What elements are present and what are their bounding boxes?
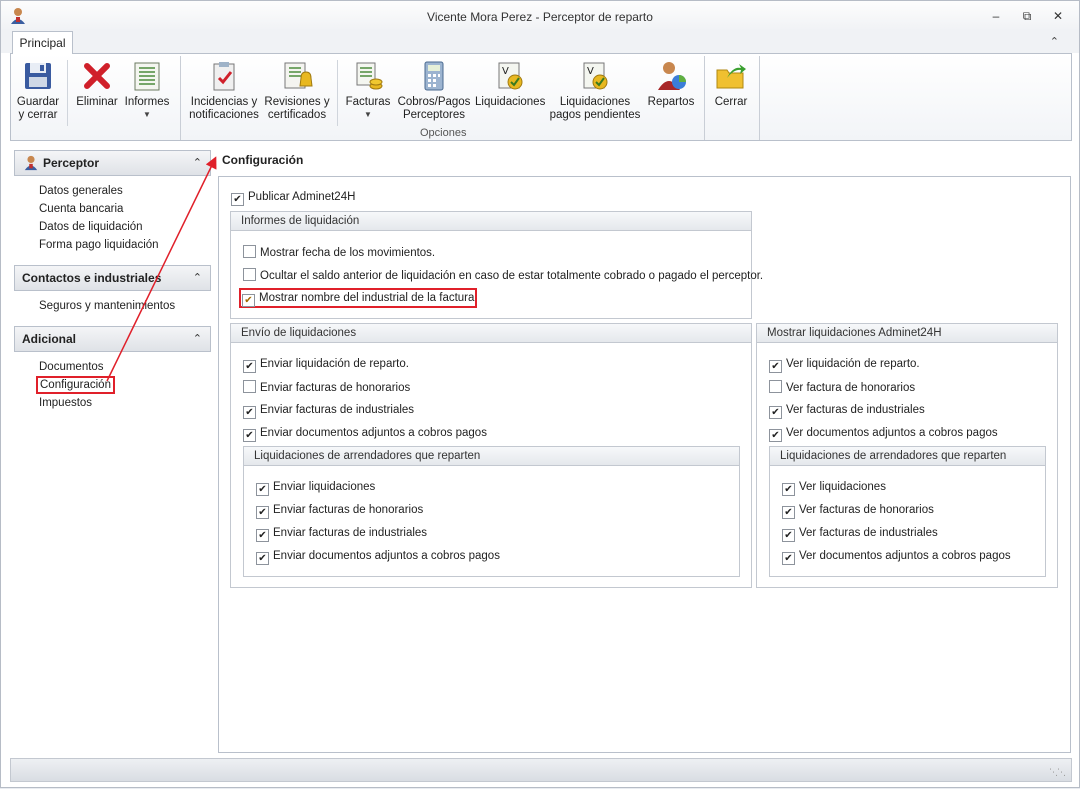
checkbox-checked[interactable] (782, 506, 795, 519)
checkbox-ver-sub-industriales[interactable]: Ver facturas de industriales (782, 526, 938, 542)
checkbox-mostrar-industrial[interactable]: Mostrar nombre del industrial de la fact… (239, 288, 478, 308)
checkbox-enviar-liquidacion[interactable]: Enviar liquidación de reparto. (243, 357, 409, 373)
checkbox-label: Enviar facturas de honorarios (273, 504, 424, 516)
checkbox-checked[interactable] (256, 483, 269, 496)
group-mostrar: Mostrar liquidaciones Adminet24H Ver liq… (756, 323, 1058, 588)
checkbox-ocultar-saldo[interactable]: Ocultar el saldo anterior de liquidación… (243, 268, 763, 284)
checkbox-label: Ocultar el saldo anterior de liquidación… (260, 270, 764, 282)
checkbox-label: Ver documentos adjuntos a cobros pagos (799, 550, 1011, 562)
group-header: Mostrar liquidaciones Adminet24H (757, 324, 1057, 343)
group-header: Liquidaciones de arrendadores que repart… (770, 447, 1045, 466)
group-header: Informes de liquidación (231, 212, 751, 231)
checkbox-checked[interactable] (256, 552, 269, 565)
checkbox-checked[interactable] (769, 429, 782, 442)
checkbox-checked[interactable] (256, 506, 269, 519)
group-informes: Informes de liquidación Mostrar fecha de… (230, 211, 763, 319)
checkbox-checked[interactable] (769, 406, 782, 419)
group-header: Envío de liquidaciones (231, 324, 751, 343)
checkbox-label: Enviar facturas de industriales (273, 527, 428, 539)
checkbox-ver-honorarios[interactable]: Ver factura de honorarios (769, 380, 915, 396)
checkbox-enviar-sub-honorarios[interactable]: Enviar facturas de honorarios (256, 503, 423, 519)
checkbox-checked[interactable] (782, 483, 795, 496)
checkbox-ver-industriales[interactable]: Ver facturas de industriales (769, 403, 925, 419)
checkbox-label: Publicar Adminet24H (248, 191, 356, 203)
checkbox-label: Enviar facturas de honorarios (260, 382, 411, 394)
subgroup-mostrar-arrendadores: Liquidaciones de arrendadores que repart… (769, 446, 1046, 577)
group-envio: Envío de liquidaciones Enviar liquidació… (230, 323, 752, 588)
checkbox-checked[interactable] (782, 552, 795, 565)
checkbox-checked[interactable] (243, 429, 256, 442)
page-title: Configuración (222, 153, 304, 167)
checkbox-label: Ver documentos adjuntos a cobros pagos (786, 427, 998, 439)
checkbox-label: Enviar liquidaciones (273, 481, 376, 493)
checkbox-unchecked[interactable] (769, 380, 782, 393)
checkbox-unchecked[interactable] (243, 245, 256, 258)
checkbox-label: Enviar documentos adjuntos a cobros pago… (260, 427, 487, 439)
checkbox-ver-sub-liquidaciones[interactable]: Ver liquidaciones (782, 480, 886, 496)
checkbox-ver-sub-adjuntos[interactable]: Ver documentos adjuntos a cobros pagos (782, 549, 1011, 565)
app-window: Vicente Mora Perez - Perceptor de repart… (0, 0, 1080, 788)
publish-checkbox[interactable]: Publicar Adminet24H (231, 190, 355, 206)
checkbox-checked[interactable] (256, 529, 269, 542)
checkbox-label: Ver facturas de industriales (786, 404, 925, 416)
checkbox-label: Ver liquidaciones (799, 481, 886, 493)
checkbox-checked[interactable] (242, 294, 255, 307)
checkbox-enviar-sub-adjuntos[interactable]: Enviar documentos adjuntos a cobros pago… (256, 549, 500, 565)
checkbox-enviar-sub-liquidaciones[interactable]: Enviar liquidaciones (256, 480, 375, 496)
checkbox-enviar-adjuntos[interactable]: Enviar documentos adjuntos a cobros pago… (243, 426, 487, 442)
checkbox-checked[interactable] (769, 360, 782, 373)
checkbox-label: Enviar documentos adjuntos a cobros pago… (273, 550, 500, 562)
checkbox-label: Mostrar nombre del industrial de la fact… (259, 292, 475, 304)
checkbox-enviar-honorarios[interactable]: Enviar facturas de honorarios (243, 380, 410, 396)
checkbox-enviar-sub-industriales[interactable]: Enviar facturas de industriales (256, 526, 427, 542)
resize-grip-icon[interactable]: ⋱⋱ (1049, 767, 1066, 778)
tab-principal[interactable]: Principal (12, 31, 73, 54)
checkbox-checked[interactable] (243, 360, 256, 373)
checkbox-mostrar-fecha[interactable]: Mostrar fecha de los movimientos. (243, 245, 435, 261)
subgroup-envio-arrendadores: Liquidaciones de arrendadores que repart… (243, 446, 740, 577)
checkbox-label: Enviar liquidación de reparto. (260, 358, 409, 370)
checkbox-enviar-industriales[interactable]: Enviar facturas de industriales (243, 403, 414, 419)
checkbox-label: Ver facturas de industriales (799, 527, 938, 539)
checkbox-label: Ver facturas de honorarios (799, 504, 934, 516)
checkbox-ver-liquidacion[interactable]: Ver liquidación de reparto. (769, 357, 920, 373)
checkbox-ver-adjuntos[interactable]: Ver documentos adjuntos a cobros pagos (769, 426, 998, 442)
checkbox-unchecked[interactable] (243, 380, 256, 393)
status-bar: ⋱⋱ (10, 758, 1072, 782)
checkbox-label: Ver factura de honorarios (786, 382, 916, 394)
checkbox-label: Ver liquidación de reparto. (786, 358, 920, 370)
checkbox-unchecked[interactable] (243, 268, 256, 281)
checkbox-checked[interactable] (243, 406, 256, 419)
checkbox-ver-sub-honorarios[interactable]: Ver facturas de honorarios (782, 503, 934, 519)
group-header: Liquidaciones de arrendadores que repart… (244, 447, 739, 466)
checkbox-checked[interactable] (782, 529, 795, 542)
checkbox-label: Enviar facturas de industriales (260, 404, 415, 416)
checkbox-label: Mostrar fecha de los movimientos. (260, 247, 436, 259)
checkbox-checked[interactable] (231, 193, 244, 206)
config-panel: Publicar Adminet24H Informes de liquidac… (218, 176, 1071, 753)
